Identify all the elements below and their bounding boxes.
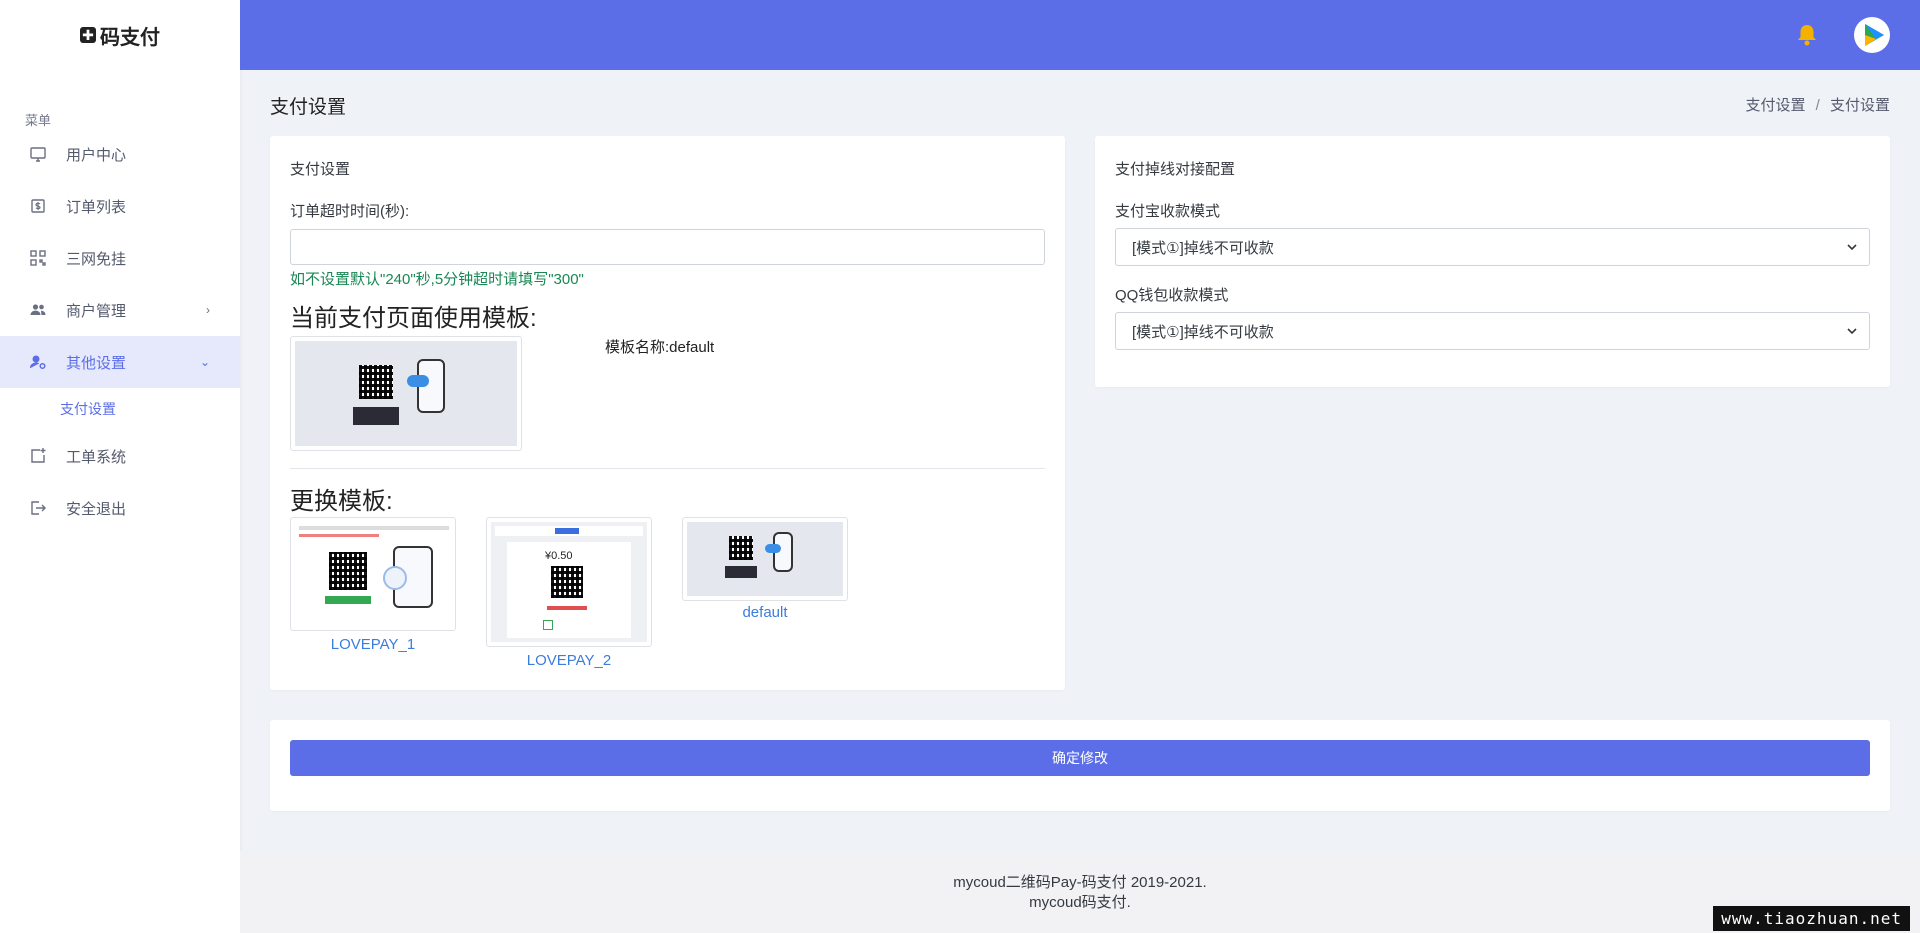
sidebar-item-orders[interactable]: 订单列表 <box>0 180 240 232</box>
breadcrumb-item[interactable]: 支付设置 <box>1745 97 1805 114</box>
template-thumb-lovepay2[interactable]: ¥0.50 <box>486 517 652 647</box>
brand-name: 码支付 <box>100 26 160 49</box>
logout-icon <box>28 498 48 518</box>
offline-config-card: 支付掉线对接配置 支付宝收款模式 [模式①]掉线不可收款 QQ钱包收款模式 [模… <box>1095 136 1890 387</box>
confirm-button[interactable]: 确定修改 <box>290 740 1870 776</box>
payment-settings-card: 支付设置 订单超时时间(秒): 如不设置默认"240"秒,5分钟超时请填写"30… <box>270 136 1065 690</box>
qr-grid-icon <box>28 248 48 268</box>
chevron-down-icon <box>1847 328 1857 335</box>
template-option-lovepay1[interactable]: LOVEPAY_1 <box>290 636 456 653</box>
chevron-right-icon: › <box>206 303 210 317</box>
sidebar-item-label: 三网免挂 <box>66 250 127 268</box>
sidebar-item-label: 用户中心 <box>66 146 127 164</box>
chevron-down-icon: ⌄ <box>199 355 210 369</box>
dollar-document-icon <box>28 196 48 216</box>
sidebar-item-merchants[interactable]: 商户管理 › <box>0 284 240 336</box>
sidebar-item-label: 工单系统 <box>66 448 127 466</box>
card-title: 支付掉线对接配置 <box>1115 161 1236 178</box>
brand-logo[interactable]: ✚ 码支付 <box>0 0 240 70</box>
sidebar-item-label: 商户管理 <box>66 302 127 320</box>
sidebar-item-other-settings[interactable]: 其他设置 ⌄ <box>0 336 240 388</box>
alipay-mode-label: 支付宝收款模式 <box>1115 203 1221 220</box>
play-avatar-icon[interactable] <box>1854 17 1890 53</box>
card-title: 支付设置 <box>290 161 351 178</box>
timeout-label: 订单超时时间(秒): <box>290 203 410 220</box>
template-option-default[interactable]: default <box>682 604 848 621</box>
template-name-label: 模板名称:default <box>605 339 715 356</box>
menu-section-title: 菜单 <box>25 113 52 128</box>
submit-card: 确定修改 <box>270 720 1890 811</box>
sidebar-item-triple-network[interactable]: 三网免挂 <box>0 232 240 284</box>
qq-mode-select[interactable]: [模式①]掉线不可收款 <box>1115 312 1870 350</box>
sidebar-item-label: 订单列表 <box>66 198 127 216</box>
template-option-lovepay2[interactable]: LOVEPAY_2 <box>486 652 652 669</box>
sidebar-item-tickets[interactable]: 工单系统 <box>0 430 240 482</box>
plus-badge-icon: ✚ <box>80 27 96 43</box>
current-template-preview <box>290 336 522 451</box>
monitor-icon <box>28 144 48 164</box>
footer-brand: mycoud码支付. <box>1029 894 1131 911</box>
qq-mode-label: QQ钱包收款模式 <box>1115 287 1229 304</box>
page-title: 支付设置 <box>270 97 347 118</box>
sidebar-item-logout[interactable]: 安全退出 <box>0 482 240 534</box>
breadcrumb: 支付设置 / 支付设置 <box>1745 94 1890 115</box>
sidebar-item-user-center[interactable]: 用户中心 <box>0 128 240 180</box>
template-thumb-lovepay1[interactable] <box>290 517 456 631</box>
qq-mode-value: [模式①]掉线不可收款 <box>1132 323 1274 341</box>
footer-copyright: mycoud二维码Pay-码支付 2019-2021. <box>953 874 1207 891</box>
top-header <box>240 0 1920 70</box>
breadcrumb-separator: / <box>1815 97 1820 114</box>
users-icon <box>28 300 48 320</box>
breadcrumb-item-current: 支付设置 <box>1829 97 1890 114</box>
template-thumb-default[interactable] <box>682 517 848 601</box>
chevron-down-icon <box>1847 244 1857 251</box>
sidebar-item-label: 其他设置 <box>66 354 127 372</box>
timeout-input[interactable] <box>290 229 1045 265</box>
footer: mycoud二维码Pay-码支付 2019-2021. mycoud码支付. <box>240 851 1920 933</box>
user-gear-icon <box>28 352 48 372</box>
alipay-mode-select[interactable]: [模式①]掉线不可收款 <box>1115 228 1870 266</box>
change-template-heading: 更换模板: <box>290 488 393 515</box>
sidebar-item-label: 安全退出 <box>66 500 127 518</box>
bell-icon[interactable] <box>1796 23 1818 47</box>
ticket-add-icon <box>28 446 48 466</box>
timeout-hint: 如不设置默认"240"秒,5分钟超时请填写"300" <box>290 271 584 288</box>
alipay-mode-value: [模式①]掉线不可收款 <box>1132 239 1274 257</box>
divider <box>290 468 1045 469</box>
watermark: www.tiaozhuan.net <box>1713 906 1910 931</box>
current-template-heading: 当前支付页面使用模板: <box>290 305 537 332</box>
sidebar: ✚ 码支付 菜单 用户中心 订单列表 三网免挂 商户管理 › 其他设置 ⌄ 支付… <box>0 0 240 933</box>
sidebar-subitem-payment-settings[interactable]: 支付设置 <box>0 388 240 430</box>
